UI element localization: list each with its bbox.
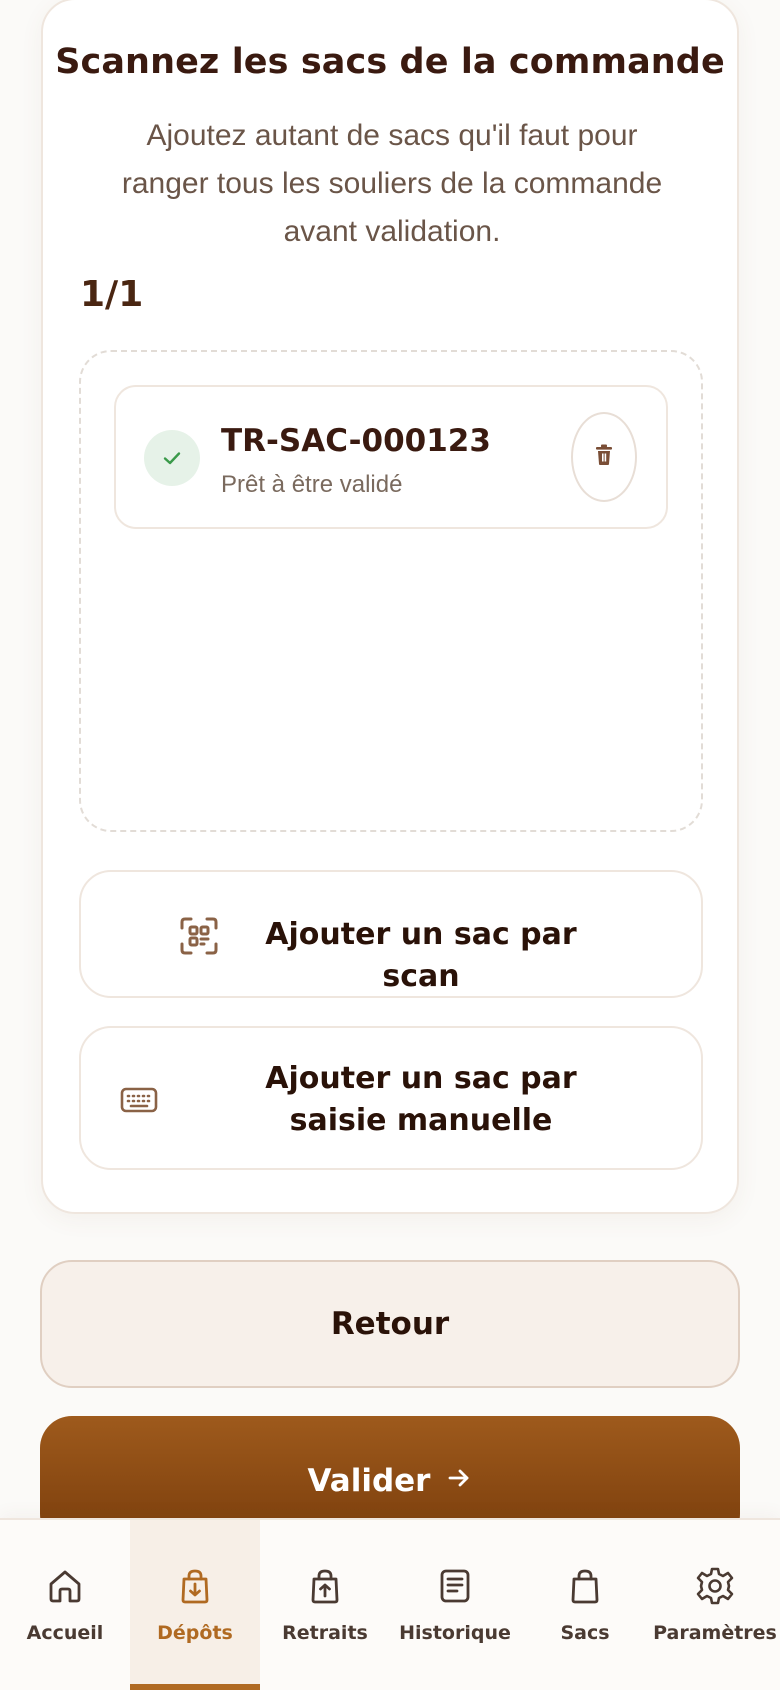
nav-label-historique: Historique xyxy=(399,1622,511,1644)
bag-icon xyxy=(563,1564,607,1608)
add-bag-scan-button[interactable]: Ajouter un sac par scan xyxy=(79,870,703,998)
check-icon xyxy=(144,430,200,486)
page-subtitle: Ajoutez autant de sacs qu'il faut pour r… xyxy=(121,119,663,248)
nav-label-retraits: Retraits xyxy=(282,1622,368,1644)
bag-scan-card: Scannez les sacs de la commande Ajoutez … xyxy=(41,0,739,1214)
deposit-bag-icon xyxy=(173,1564,217,1608)
home-icon xyxy=(43,1564,87,1608)
add-bag-scan-label: Ajouter un sac par scan xyxy=(265,917,577,994)
nav-item-parametres[interactable]: Paramètres xyxy=(650,1520,780,1690)
withdraw-bag-icon xyxy=(303,1564,347,1608)
nav-item-depots[interactable]: Dépôts xyxy=(130,1520,260,1690)
arrow-right-icon xyxy=(446,1463,472,1499)
bag-code: TR-SAC-000123 xyxy=(221,423,491,459)
add-bag-manual-label: Ajouter un sac par saisie manuelle xyxy=(265,1061,577,1138)
back-button-label: Retour xyxy=(330,1306,450,1342)
bag-list-dropzone: TR-SAC-000123 Prêt à être validé xyxy=(79,350,703,832)
back-button[interactable]: Retour xyxy=(40,1260,740,1388)
nav-label-accueil: Accueil xyxy=(26,1622,104,1644)
nav-item-retraits[interactable]: Retraits xyxy=(260,1520,390,1690)
add-bag-manual-button[interactable]: Ajouter un sac par saisie manuelle xyxy=(79,1026,703,1170)
bag-counter: 1/1 xyxy=(80,274,144,315)
nav-label-depots: Dépôts xyxy=(157,1622,233,1644)
gear-icon xyxy=(693,1564,737,1608)
delete-bag-button[interactable] xyxy=(571,412,637,502)
qr-scan-icon xyxy=(179,916,219,956)
nav-item-accueil[interactable]: Accueil xyxy=(0,1520,130,1690)
bag-status: Prêt à être validé xyxy=(221,471,403,498)
history-document-icon xyxy=(433,1564,477,1608)
nav-label-sacs: Sacs xyxy=(560,1622,610,1644)
validate-button-label: Valider xyxy=(307,1463,431,1499)
bottom-navigation: Accueil Dépôts Retraits Historique Sacs … xyxy=(0,1518,780,1690)
page-title: Scannez les sacs de la commande xyxy=(55,42,725,82)
bag-list-item: TR-SAC-000123 Prêt à être validé xyxy=(114,385,668,529)
trash-icon xyxy=(594,444,614,470)
nav-label-parametres: Paramètres xyxy=(653,1622,777,1644)
keyboard-icon xyxy=(119,1080,159,1120)
nav-item-historique[interactable]: Historique xyxy=(390,1520,520,1690)
nav-item-sacs[interactable]: Sacs xyxy=(520,1520,650,1690)
